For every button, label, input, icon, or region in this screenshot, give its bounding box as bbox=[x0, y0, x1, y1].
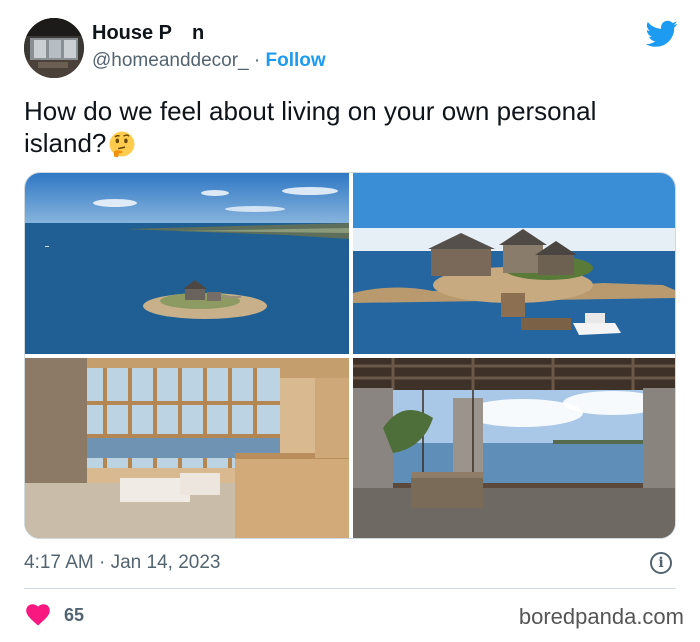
like-count[interactable]: 65 bbox=[64, 605, 84, 626]
author-handle-row: @homeanddecor_ · Follow bbox=[92, 50, 326, 72]
porch-swing-photo[interactable] bbox=[353, 358, 675, 538]
avatar[interactable] bbox=[24, 18, 84, 78]
info-icon[interactable]: i bbox=[650, 552, 672, 574]
timber-interior-photo[interactable] bbox=[25, 358, 349, 538]
aerial-island-photo[interactable] bbox=[25, 173, 349, 354]
author-name[interactable]: House P n bbox=[92, 22, 204, 45]
follow-button[interactable]: Follow bbox=[266, 50, 326, 71]
media-grid bbox=[24, 172, 676, 539]
source-watermark: boredpanda.com bbox=[518, 604, 684, 629]
divider bbox=[24, 588, 676, 589]
stone-cottage-photo[interactable] bbox=[353, 173, 675, 354]
heart-icon[interactable] bbox=[26, 604, 50, 626]
twitter-bird-icon[interactable] bbox=[646, 20, 678, 48]
thinking-face-icon bbox=[109, 131, 135, 158]
separator-dot: · bbox=[253, 50, 261, 71]
author-handle[interactable]: @homeanddecor_ bbox=[92, 50, 249, 71]
tweet-text: How do we feel about living on your own … bbox=[24, 95, 674, 159]
tweet-timestamp[interactable]: 4:17 AM · Jan 14, 2023 bbox=[24, 552, 220, 574]
